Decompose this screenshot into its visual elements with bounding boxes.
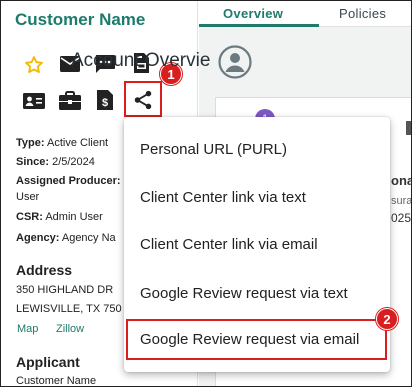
- producer-label: Assigned Producer:: [16, 175, 121, 187]
- card-edge-marker: [406, 121, 411, 135]
- account-overview-title: Account Overvie: [71, 50, 211, 71]
- share-highlight-box: [124, 81, 162, 117]
- step-2-badge: 2: [376, 308, 398, 330]
- id-card-icon[interactable]: [22, 89, 46, 113]
- star-icon[interactable]: [22, 53, 46, 77]
- google-review-email-highlight-box: [126, 319, 387, 360]
- app-frame: Customer Name $ 1 Type: Active Client Si…: [0, 0, 412, 387]
- tab-policies[interactable]: Policies: [339, 6, 386, 21]
- type-row: Type: Active Client: [16, 137, 109, 149]
- tab-overview[interactable]: Overview: [223, 6, 283, 21]
- svg-text:$: $: [102, 97, 108, 109]
- card-peek-text-2: sura: [391, 195, 412, 207]
- applicant-title: Applicant: [16, 354, 80, 370]
- address-line2: LEWISVILLE, TX 750: [16, 303, 122, 315]
- menu-item-purl[interactable]: Personal URL (PURL): [140, 141, 287, 158]
- applicant-name: Customer Name: [16, 375, 97, 387]
- customer-name: Customer Name: [15, 10, 146, 29]
- card-peek-text-3: 025: [391, 211, 412, 225]
- card-peek-text-1: ona: [391, 173, 412, 188]
- map-link[interactable]: Map: [17, 323, 38, 335]
- document-dollar-icon[interactable]: $: [93, 88, 117, 112]
- address-line1: 350 HIGHLAND DR: [16, 284, 114, 296]
- csr-row: CSR: Admin User: [16, 211, 103, 223]
- address-title: Address: [16, 262, 73, 278]
- account-avatar-icon: [217, 44, 253, 80]
- active-tab-indicator: [199, 24, 319, 27]
- menu-item-client-center-email[interactable]: Client Center link via email: [140, 236, 318, 253]
- briefcase-icon[interactable]: [58, 89, 82, 113]
- menu-item-google-review-text[interactable]: Google Review request via text: [140, 285, 348, 302]
- agency-row: Agency: Agency Na: [16, 232, 116, 244]
- since-row: Since: 2/5/2024: [16, 156, 95, 168]
- producer-value: User: [16, 191, 40, 203]
- menu-item-client-center-text[interactable]: Client Center link via text: [140, 189, 306, 206]
- zillow-link[interactable]: Zillow: [56, 323, 84, 335]
- tab-bar: Overview Policies: [199, 1, 411, 27]
